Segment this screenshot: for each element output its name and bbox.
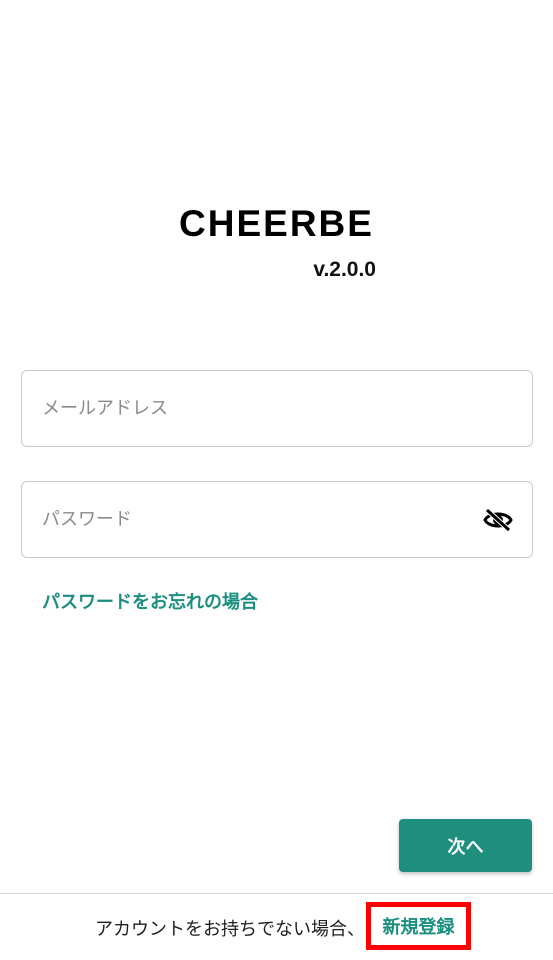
app-version: v.2.0.0 bbox=[313, 258, 376, 281]
email-input[interactable] bbox=[42, 371, 514, 446]
password-field[interactable] bbox=[21, 481, 533, 558]
forgot-password-link[interactable]: パスワードをお忘れの場合 bbox=[42, 588, 258, 614]
password-input[interactable] bbox=[42, 482, 482, 557]
signup-highlight: 新規登録 bbox=[366, 902, 471, 950]
signup-link[interactable]: 新規登録 bbox=[383, 913, 455, 939]
signup-prompt: アカウントをお持ちでない場合、 bbox=[95, 919, 365, 940]
login-screen: CHEERBE v.2.0.0 パスワードをお忘れの場合 次へ アカウントをお持… bbox=[0, 0, 553, 960]
signup-footer: アカウントをお持ちでない場合、 新規登録 bbox=[0, 894, 553, 960]
next-button[interactable]: 次へ bbox=[399, 819, 532, 872]
eye-slash-icon[interactable] bbox=[482, 504, 514, 536]
email-field[interactable] bbox=[21, 370, 533, 447]
app-logo: CHEERBE bbox=[179, 203, 374, 244]
